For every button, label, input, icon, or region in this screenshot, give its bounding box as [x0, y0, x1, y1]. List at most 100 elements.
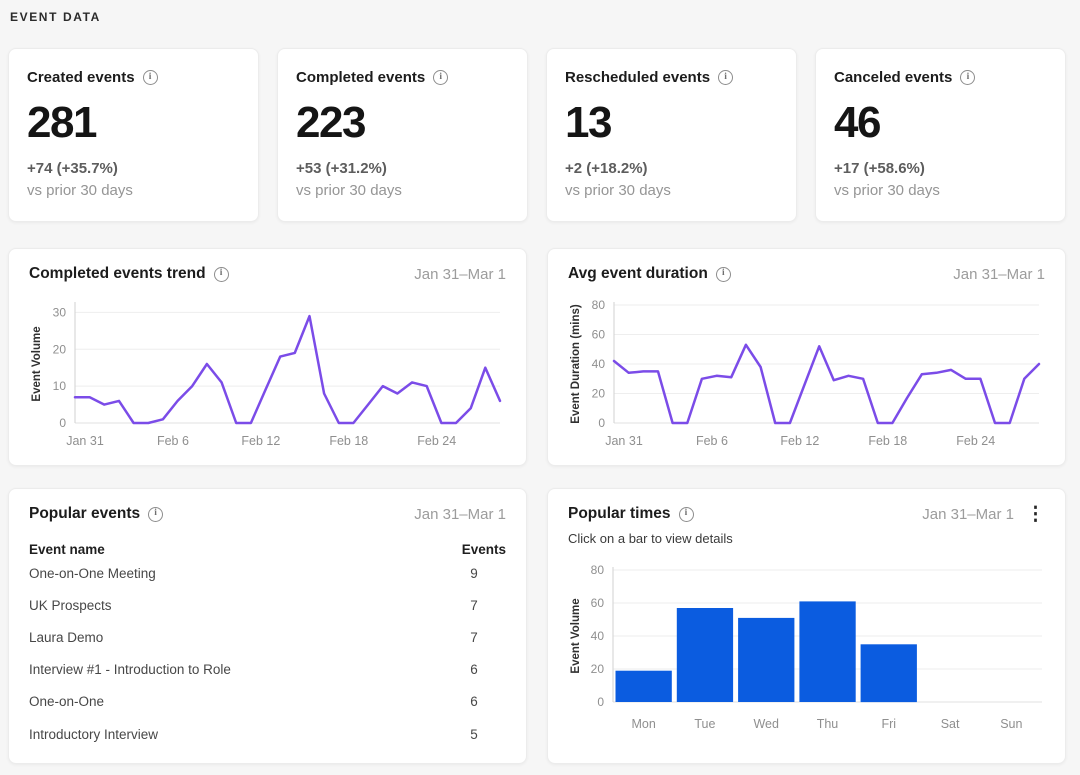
stat-card-rescheduled-events: Rescheduled events i 13 +2 (+18.2%) vs p… — [546, 48, 797, 222]
x-tick-label: Feb 24 — [417, 434, 456, 448]
avg-event-duration-chart[interactable]: 020406080Event Duration (mins)Jan 31Feb … — [568, 295, 1045, 453]
chart-subtitle: Click on a bar to view details — [568, 531, 1045, 546]
chart-title: Popular times — [568, 505, 671, 523]
stat-title: Completed events — [296, 69, 425, 86]
event-count: 6 — [442, 662, 506, 677]
table-row: UK Prospects 7 — [29, 589, 506, 621]
bar-wed[interactable] — [738, 618, 794, 702]
chart-title: Popular events — [29, 505, 140, 523]
x-tick-label: Jan 31 — [66, 434, 104, 448]
bar-fri[interactable] — [861, 644, 917, 702]
charts-row: Completed events trend i Jan 31–Mar 1 0 1… — [8, 248, 1066, 466]
stat-title: Created events — [27, 69, 135, 86]
y-tick-label: 60 — [591, 596, 605, 610]
event-name: UK Prospects — [29, 598, 112, 613]
y-axis-title: Event Volume — [31, 326, 43, 401]
x-tick-label: Feb 6 — [157, 434, 189, 448]
event-count: 9 — [442, 566, 506, 581]
table-row: Laura Demo 7 — [29, 621, 506, 653]
event-name: Introductory Interview — [29, 727, 158, 742]
stat-value: 223 — [296, 98, 509, 148]
x-tick-label: Thu — [817, 717, 839, 731]
stat-delta: +2 (+18.2%) — [565, 160, 778, 177]
column-header-events: Events — [442, 542, 506, 557]
event-name: One-on-One Meeting — [29, 566, 156, 581]
x-tick-label: Feb 6 — [696, 434, 728, 448]
y-tick-label: 20 — [591, 662, 605, 676]
x-tick-label: Wed — [753, 717, 779, 731]
info-icon[interactable]: i — [148, 507, 163, 522]
date-range-label: Jan 31–Mar 1 — [953, 266, 1045, 283]
date-range-label: Jan 31–Mar 1 — [414, 506, 506, 523]
y-tick-label: 10 — [53, 379, 67, 393]
popular-times-card: Popular times i Jan 31–Mar 1 ⋮ Click on … — [547, 488, 1066, 764]
table-header-row: Event name Events — [29, 542, 506, 557]
stat-delta: +74 (+35.7%) — [27, 160, 240, 177]
completed-events-trend-chart[interactable]: 0 10 20 30 Event Volume Jan 31 Feb 6 Feb 12 Feb … — [29, 295, 506, 453]
chart-title: Completed events trend — [29, 265, 206, 283]
event-count: 6 — [442, 694, 506, 709]
line-series — [75, 316, 500, 423]
info-icon[interactable]: i — [960, 70, 975, 85]
stat-caption: vs prior 30 days — [565, 182, 778, 199]
x-tick-label: Sat — [941, 717, 960, 731]
event-name: One-on-One — [29, 694, 104, 709]
y-tick-label: 20 — [53, 342, 67, 356]
table-row: One-on-One 6 — [29, 686, 506, 718]
kebab-menu-icon[interactable]: ⋮ — [1026, 507, 1045, 522]
stat-value: 13 — [565, 98, 778, 148]
table-row: Interview #1 - Introduction to Role 6 — [29, 654, 506, 686]
y-tick-label: 0 — [598, 416, 605, 430]
table-row: One-on-One Meeting 9 — [29, 557, 506, 589]
y-axis-title: Event Volume — [570, 598, 582, 673]
stat-caption: vs prior 30 days — [834, 182, 1047, 199]
chart-title: Avg event duration — [568, 265, 708, 283]
section-title: EVENT DATA — [8, 10, 1066, 24]
x-tick-label: Feb 12 — [780, 434, 819, 448]
event-count: 7 — [442, 598, 506, 613]
info-icon[interactable]: i — [716, 267, 731, 282]
bar-mon[interactable] — [616, 671, 672, 702]
popular-times-chart[interactable]: 020406080Event VolumeMonTueWedThuFriSatS… — [568, 558, 1045, 736]
stat-title: Rescheduled events — [565, 69, 710, 86]
x-tick-label: Sun — [1000, 717, 1022, 731]
x-tick-label: Feb 18 — [868, 434, 907, 448]
bottom-row: Popular events i Jan 31–Mar 1 Event name… — [8, 488, 1066, 764]
stat-value: 46 — [834, 98, 1047, 148]
y-tick-label: 80 — [592, 298, 606, 312]
y-tick-label: 20 — [592, 387, 606, 401]
info-icon[interactable]: i — [433, 70, 448, 85]
x-tick-label: Tue — [694, 717, 715, 731]
stat-delta: +53 (+31.2%) — [296, 160, 509, 177]
date-range-label: Jan 31–Mar 1 — [922, 506, 1014, 523]
y-tick-label: 0 — [59, 416, 66, 430]
info-icon[interactable]: i — [214, 267, 229, 282]
popular-events-card: Popular events i Jan 31–Mar 1 Event name… — [8, 488, 527, 764]
y-tick-label: 30 — [53, 305, 67, 319]
date-range-label: Jan 31–Mar 1 — [414, 266, 506, 283]
stat-card-completed-events: Completed events i 223 +53 (+31.2%) vs p… — [277, 48, 528, 222]
bar-thu[interactable] — [799, 601, 855, 702]
y-tick-label: 40 — [592, 357, 606, 371]
y-tick-label: 0 — [597, 695, 604, 709]
x-tick-label: Mon — [631, 717, 655, 731]
info-icon[interactable]: i — [718, 70, 733, 85]
stat-delta: +17 (+58.6%) — [834, 160, 1047, 177]
info-icon[interactable]: i — [679, 507, 694, 522]
x-tick-label: Feb 24 — [956, 434, 995, 448]
stat-value: 281 — [27, 98, 240, 148]
bar-tue[interactable] — [677, 608, 733, 702]
y-tick-label: 60 — [592, 328, 606, 342]
column-header-event-name: Event name — [29, 542, 105, 557]
event-name: Interview #1 - Introduction to Role — [29, 662, 231, 677]
stat-caption: vs prior 30 days — [27, 182, 240, 199]
completed-events-trend-card: Completed events trend i Jan 31–Mar 1 0 1… — [8, 248, 527, 466]
y-tick-label: 80 — [591, 563, 605, 577]
line-series — [614, 345, 1039, 423]
event-count: 7 — [442, 630, 506, 645]
x-tick-label: Feb 12 — [241, 434, 280, 448]
event-name: Laura Demo — [29, 630, 103, 645]
stat-title: Canceled events — [834, 69, 952, 86]
info-icon[interactable]: i — [143, 70, 158, 85]
x-tick-label: Feb 18 — [329, 434, 368, 448]
